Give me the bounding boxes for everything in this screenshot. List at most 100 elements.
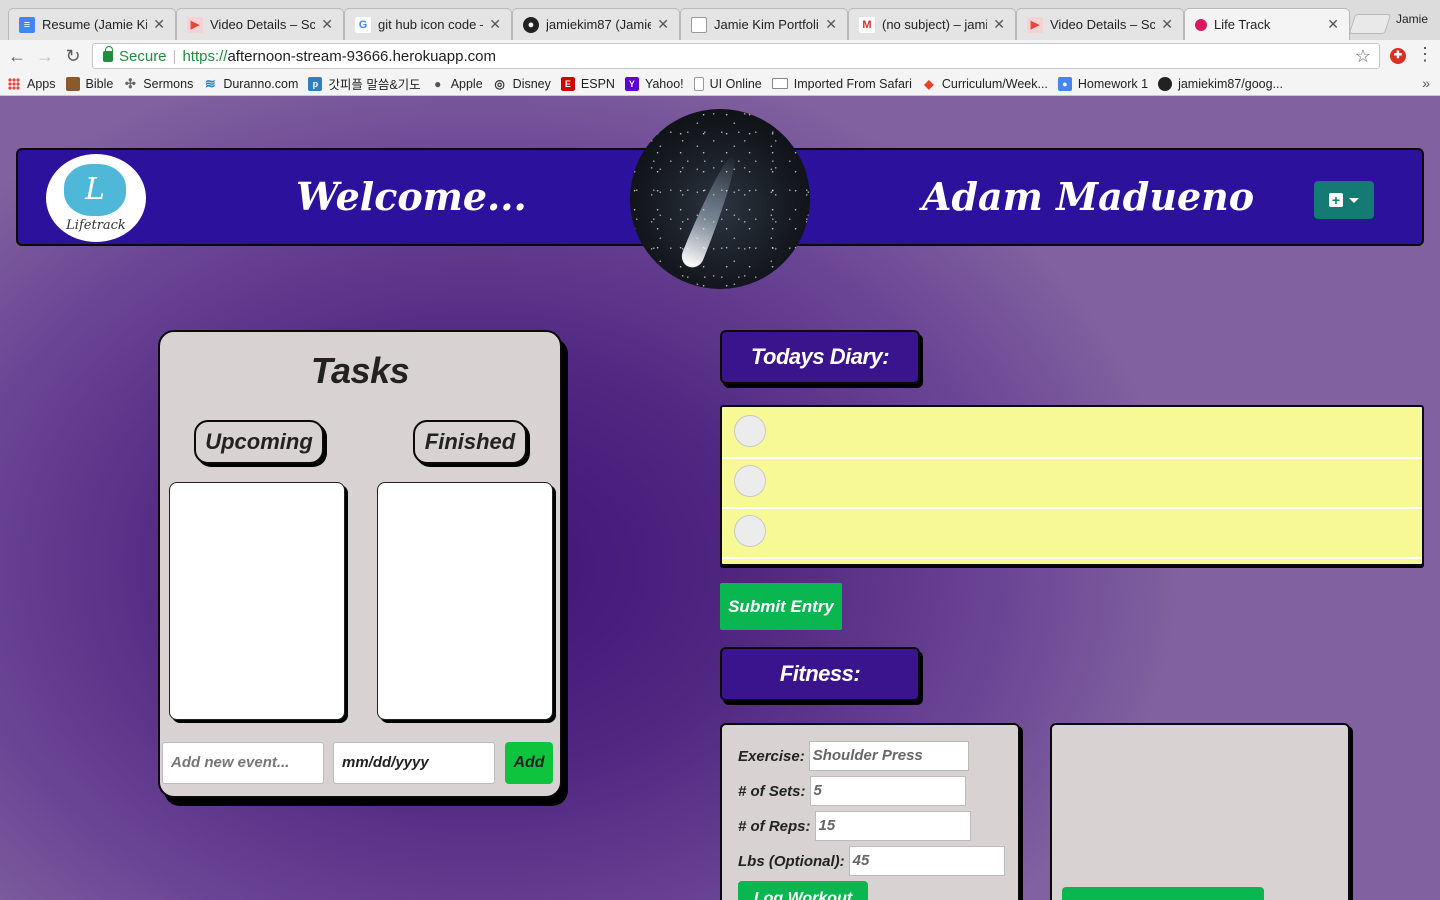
sets-input[interactable]: 5 xyxy=(809,776,966,806)
profile-avatar[interactable] xyxy=(630,109,810,289)
bookmark-ui-online[interactable]: UI Online xyxy=(693,76,762,91)
bookmark-sermons[interactable]: ✣ Sermons xyxy=(123,76,194,91)
diary-hole xyxy=(734,415,766,447)
bookmark-star-icon[interactable]: ☆ xyxy=(1355,46,1371,67)
bookmark-yahoo[interactable]: Y Yahoo! xyxy=(624,76,684,91)
tab-label: git hub icon code – xyxy=(378,17,484,32)
bible-icon xyxy=(65,76,80,91)
bookmark-label: ESPN xyxy=(580,76,615,91)
forward-arrow-icon[interactable]: → xyxy=(34,45,56,67)
close-icon[interactable]: ✕ xyxy=(1327,16,1339,33)
bookmark-label: Apple xyxy=(450,76,483,91)
add-task-button[interactable]: Add xyxy=(505,742,553,784)
bookmark-label: jamiekim87/goog... xyxy=(1178,76,1283,91)
chevron-double-right-icon[interactable]: » xyxy=(1422,75,1430,91)
bookmark-label: Homework 1 xyxy=(1077,76,1149,91)
upcoming-button[interactable]: Upcoming xyxy=(194,420,324,464)
bookmark-bible[interactable]: Bible xyxy=(65,76,113,91)
diary-rule-line xyxy=(722,507,1422,509)
page-icon xyxy=(693,76,704,91)
welcome-heading: Welcome... xyxy=(296,174,527,219)
reload-icon[interactable]: ↻ xyxy=(62,45,84,67)
tab-label: Video Details – Scre xyxy=(1050,17,1156,32)
lbs-row: Lbs (Optional): 45 xyxy=(738,846,1005,876)
tab-video-details-1[interactable]: ▶ Video Details – Scre ✕ xyxy=(176,8,344,40)
event-date-input[interactable]: mm/dd/yyyy xyxy=(333,742,495,784)
tab-label: (no subject) – jamie xyxy=(882,17,988,32)
lifetrack-logo[interactable]: L Lifetrack xyxy=(46,154,146,242)
tab-gmail[interactable]: M (no subject) – jamie ✕ xyxy=(848,8,1016,40)
tab-life-track[interactable]: Life Track ✕ xyxy=(1184,8,1350,40)
gitlab-icon: ◆ xyxy=(924,76,934,91)
close-icon[interactable]: ✕ xyxy=(657,16,669,33)
bookmark-curriculum[interactable]: ◆ Curriculum/Week... xyxy=(922,77,1048,91)
diary-textarea[interactable] xyxy=(720,405,1424,566)
menu-dots-icon[interactable]: ⋮ xyxy=(1416,44,1434,65)
close-icon[interactable]: ✕ xyxy=(321,16,333,33)
bookmark-label: Sermons xyxy=(143,76,194,91)
finished-button[interactable]: Finished xyxy=(413,420,527,464)
comet-image xyxy=(678,151,744,271)
tab-github-profile[interactable]: ● jamiekim87 (Jamie ✕ xyxy=(512,8,680,40)
bookmark-godpeople[interactable]: p 갓피플 말씀&기도 xyxy=(308,74,421,93)
homework-icon: ● xyxy=(1057,76,1072,91)
new-event-input[interactable]: Add new event... xyxy=(162,742,324,784)
tab-resume[interactable]: ≡ Resume (Jamie Kim ✕ xyxy=(8,8,176,40)
back-arrow-icon[interactable]: ← xyxy=(6,45,28,67)
close-icon[interactable]: ✕ xyxy=(825,16,837,33)
folder-icon xyxy=(771,78,788,89)
logo-letter: L xyxy=(64,164,126,216)
workout-form-card: Exercise: Shoulder Press # of Sets: 5 # … xyxy=(720,723,1020,900)
video-icon: ▶ xyxy=(187,16,203,33)
history-action-button[interactable] xyxy=(1062,887,1264,900)
close-icon[interactable]: ✕ xyxy=(489,16,501,33)
bookmark-label: Apps xyxy=(27,76,56,91)
bookmark-apple[interactable]: ● Apple xyxy=(431,77,483,91)
sets-row: # of Sets: 5 xyxy=(738,776,966,806)
bookmark-github-repo[interactable]: jamiekim87/goog... xyxy=(1158,76,1283,91)
log-workout-button[interactable]: Log Workout xyxy=(738,881,868,900)
reps-input[interactable]: 15 xyxy=(814,811,971,841)
tab-label: Video Details – Scre xyxy=(210,17,316,32)
fitness-title: Fitness: xyxy=(720,647,920,701)
bookmark-imported-safari[interactable]: Imported From Safari xyxy=(771,77,912,91)
bookmark-disney[interactable]: ◎ Disney xyxy=(493,77,550,91)
close-icon[interactable]: ✕ xyxy=(1161,16,1173,33)
tab-portfolio[interactable]: Jamie Kim Portfolio ✕ xyxy=(680,8,848,40)
extension-icon[interactable]: ✚ xyxy=(1390,48,1406,64)
github-icon xyxy=(1158,76,1173,91)
tab-video-details-2[interactable]: ▶ Video Details – Scre ✕ xyxy=(1016,8,1184,40)
user-name: Adam Madueno xyxy=(922,174,1255,219)
logo-text: Lifetrack xyxy=(66,218,126,233)
bookmark-apps[interactable]: Apps xyxy=(8,77,56,91)
address-bar[interactable]: Secure | https:// afternoon-stream-93666… xyxy=(92,43,1380,69)
tab-label: Jamie Kim Portfolio xyxy=(714,17,820,32)
github-icon: ● xyxy=(523,16,539,33)
diary-hole xyxy=(734,465,766,497)
submit-entry-button[interactable]: Submit Entry xyxy=(720,583,842,630)
bookmark-duranno[interactable]: ≋ Duranno.com xyxy=(203,76,299,91)
new-tab-button[interactable] xyxy=(1348,14,1392,34)
close-icon[interactable]: ✕ xyxy=(993,16,1005,33)
bookmark-homework[interactable]: ● Homework 1 xyxy=(1057,76,1149,91)
close-icon[interactable]: ✕ xyxy=(153,16,165,33)
workout-history-card xyxy=(1050,723,1350,900)
url-host: afternoon-stream-93666.herokuapp.com xyxy=(227,47,496,65)
upcoming-task-list[interactable] xyxy=(169,482,345,720)
finished-task-list[interactable] xyxy=(377,482,553,720)
plus-square-icon: + xyxy=(1329,193,1343,207)
bookmark-espn[interactable]: E ESPN xyxy=(560,76,615,91)
lifetrack-icon xyxy=(1195,18,1207,31)
caret-down-icon xyxy=(1349,197,1359,203)
lock-icon xyxy=(103,45,113,62)
sets-label: # of Sets: xyxy=(738,782,806,800)
lbs-label: Lbs (Optional): xyxy=(738,852,845,870)
lbs-input[interactable]: 45 xyxy=(848,846,1005,876)
url-scheme: https:// xyxy=(182,47,228,65)
exercise-input[interactable]: Shoulder Press xyxy=(808,741,969,771)
google-icon: G xyxy=(355,16,371,33)
add-menu-dropdown-button[interactable]: + xyxy=(1314,181,1374,219)
gmail-icon: M xyxy=(859,16,875,33)
profile-name[interactable]: Jamie xyxy=(1396,12,1428,26)
tab-google-search[interactable]: G git hub icon code – ✕ xyxy=(344,8,512,40)
